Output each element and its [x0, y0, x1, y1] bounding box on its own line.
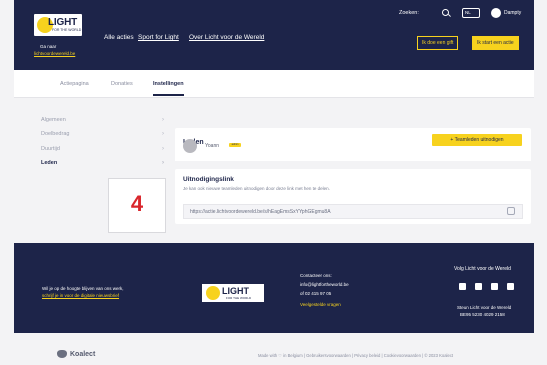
- iban: BE95 5230 4029 2158: [460, 312, 505, 317]
- contact-phone: of 02 415 97 05: [300, 291, 332, 296]
- language-select[interactable]: NL: [462, 8, 480, 18]
- user-name[interactable]: Dampty: [504, 10, 521, 16]
- sidebar-item-general[interactable]: Algemeen ›: [41, 117, 164, 123]
- chevron-right-icon: ›: [162, 131, 164, 137]
- logo-text: LIGHT: [48, 17, 77, 28]
- invite-link-title: Uitnodigingslink: [183, 176, 234, 183]
- linkedin-icon[interactable]: [507, 283, 514, 290]
- invite-members-button[interactable]: + Teamleden uitnodigen: [432, 134, 522, 146]
- logo-subtext: FOR THE WORLD: [52, 28, 82, 32]
- contact-email[interactable]: info@lightfortheworld.be: [300, 282, 349, 287]
- give-donation-button[interactable]: Ik doe een gift: [417, 36, 459, 50]
- back-label: Ga naar: [40, 44, 57, 49]
- tab-donations[interactable]: Donaties: [111, 81, 133, 87]
- back-to-site-link[interactable]: lichtvoordewereld.be: [34, 51, 75, 56]
- contact-label: Contacteer ons:: [300, 273, 332, 278]
- light-for-the-world-logo[interactable]: LIGHT FOR THE WORLD: [34, 14, 82, 36]
- tab-settings[interactable]: Instellingen: [153, 81, 184, 96]
- sidebar-item-duration[interactable]: Duurtijd ›: [41, 146, 164, 152]
- chevron-right-icon: ›: [162, 117, 164, 123]
- koalect-brand[interactable]: Koalect: [70, 351, 95, 358]
- search-label: Zoeken:: [399, 10, 419, 16]
- nav-sport-for-light[interactable]: Sport for Light: [138, 34, 179, 41]
- step-number-overlay: 4: [108, 178, 166, 233]
- logo-sun-icon: [206, 286, 220, 300]
- sidebar-item-members[interactable]: Leden ›: [41, 160, 164, 166]
- footer-logo-text: LIGHT: [222, 286, 249, 296]
- copy-icon[interactable]: [507, 207, 515, 215]
- user-avatar-icon[interactable]: [491, 8, 501, 18]
- newsletter-link[interactable]: schrijf je in voor de digitale nieuwsbri…: [42, 293, 119, 298]
- koalect-bear-icon: [57, 350, 67, 358]
- sidebar-item-goal[interactable]: Doelbedrag ›: [41, 131, 164, 137]
- newsletter-text: Wil je op de hoogte blijven van ons werk…: [42, 286, 124, 291]
- facebook-icon[interactable]: [459, 283, 466, 290]
- faq-link[interactable]: Veelgestelde vragen: [300, 302, 341, 307]
- nav-all-actions[interactable]: Alle acties: [104, 34, 134, 41]
- member-role-badge: admin: [229, 143, 241, 147]
- tab-bar: Actiepagina Donaties Instellingen: [14, 70, 534, 98]
- twitter-icon[interactable]: [475, 283, 482, 290]
- footer-logo[interactable]: LIGHT FOR THE WORLD: [202, 284, 264, 302]
- header: [14, 0, 534, 70]
- search-icon[interactable]: [442, 9, 449, 16]
- invite-link-card: Uitnodigingslink Je kan ook nieuwe teaml…: [175, 169, 531, 224]
- tab-action-page[interactable]: Actiepagina: [60, 81, 89, 87]
- chevron-right-icon: ›: [162, 160, 164, 166]
- legal-links[interactable]: Made with ♡ in Belgium | Gebruikersvoorw…: [258, 353, 453, 358]
- step-number: 4: [130, 191, 144, 216]
- chevron-right-icon: ›: [162, 146, 164, 152]
- footer-logo-subtext: FOR THE WORLD: [226, 296, 252, 300]
- nav-about[interactable]: Over Licht voor de Wereld: [189, 34, 264, 41]
- support-label: Steun Licht voor de Wereld: [457, 305, 512, 310]
- invite-link-field[interactable]: https://actie.lichtvoordewereld.be/s/hEa…: [183, 204, 523, 219]
- instagram-icon[interactable]: [491, 283, 498, 290]
- invite-link-description: Je kan ook nieuwe teamleden uitnodigen d…: [183, 186, 330, 191]
- follow-label: Volg Licht voor de Wereld: [454, 266, 511, 272]
- member-avatar: [183, 139, 197, 153]
- member-name: Yoann: [205, 143, 219, 149]
- start-action-button[interactable]: Ik start een actie: [472, 36, 519, 50]
